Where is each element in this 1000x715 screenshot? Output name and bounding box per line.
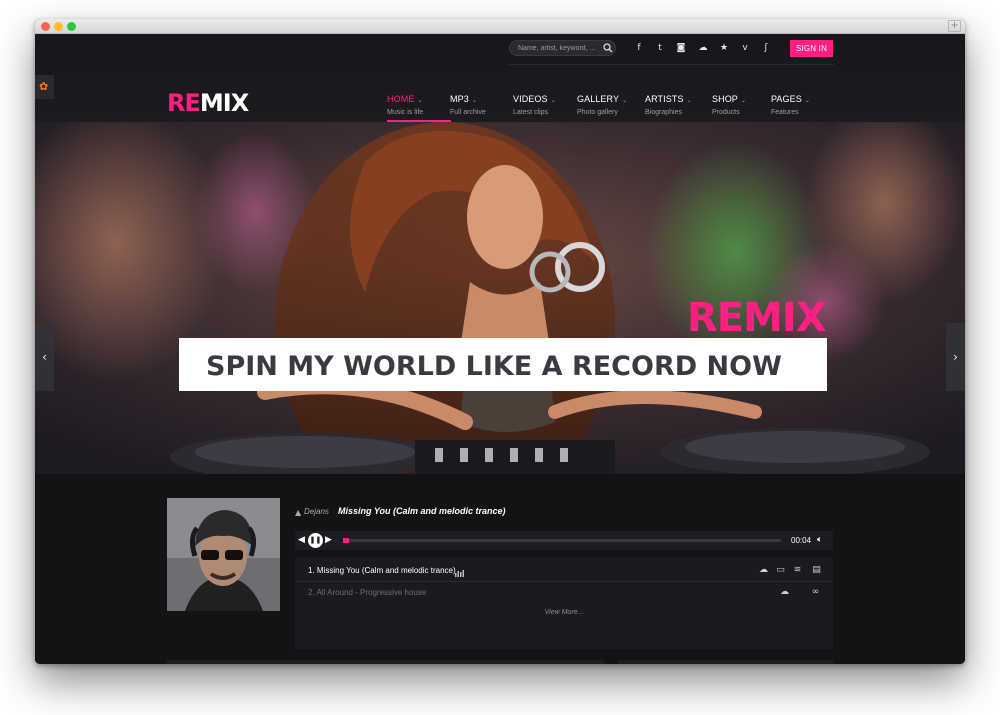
twitter-icon[interactable]: t [654,42,666,54]
instagram-icon[interactable]: ◙ [675,42,687,54]
nav-label: MP3 ⌄ [450,94,477,104]
track-row[interactable]: 1. Missing You (Calm and melodic trance)… [295,561,833,582]
hero-slider: ‹ › REMIX SPIN MY WORLD LIKE A RECORD NO… [35,122,965,474]
progress-bar[interactable] [343,538,781,543]
nav-label: HOME ⌄ [387,94,423,104]
track-row[interactable]: 2. All Around - Progressive house ☁ ∞ [295,583,833,604]
elapsed-time: 00:04 [791,536,812,545]
sign-in-button[interactable]: SIGN IN [790,40,833,57]
close-window-button[interactable] [41,22,50,31]
gear-icon: ✿ [39,80,49,93]
player-controls: ◀ ❚❚ ▶ 00:04 🔈︎ [295,531,833,550]
chevron-down-icon: ⌄ [622,98,628,104]
link-icon[interactable]: ∞ [810,587,821,598]
playlist: 1. Missing You (Calm and melodic trance)… [295,557,833,649]
browser-window: + ✿ f t ◙ ☁ ★ v ʃ SIGN IN REMIX HOME⌄ Mu… [35,19,965,664]
soundcloud-icon[interactable]: ☁ [697,42,709,54]
artist-name[interactable]: Dejans [304,507,329,516]
search-input[interactable] [509,40,616,56]
nav-item-pages[interactable]: PAGES ⌄ Features [771,94,810,116]
minimize-window-button[interactable] [54,22,63,31]
pause-button[interactable]: ❚❚ [308,533,323,548]
search-icon[interactable] [603,43,613,53]
hero-tagline: SPIN MY WORLD LIKE A RECORD NOW [206,351,782,382]
cloud-download-icon[interactable]: ☁ [779,587,790,598]
site-logo[interactable]: REMIX [167,89,249,117]
nav-sublabel: Latest clips [513,109,549,116]
volume-icon[interactable]: 🔈︎ [817,531,822,550]
nav-item-videos[interactable]: VIDEOS ⌄ Latest clips [513,94,556,116]
chevron-down-icon: ⌄ [740,98,747,104]
now-playing-title: Missing You (Calm and melodic trance) [338,506,506,516]
logo-part-re: RE [167,89,201,117]
slider-next-arrow[interactable]: › [946,323,965,391]
nav-item-home[interactable]: HOME ⌄ Music is life [387,94,423,116]
progress-fill [343,538,349,543]
header-divider [509,64,834,65]
artist-avatar [167,498,280,611]
nav-label: SHOP ⌄ [712,94,747,104]
rss-icon[interactable]: ʃ [760,42,772,54]
site-header: ✿ f t ◙ ☁ ★ v ʃ SIGN IN REMIX HOME⌄ Musi… [35,34,965,122]
slider-prev-arrow[interactable]: ‹ [35,323,54,391]
chevron-down-icon: ⌄ [804,98,810,104]
nav-sublabel: Biographies [645,109,682,116]
previous-track-icon[interactable]: ◀ [298,533,305,548]
apple-icon[interactable] [794,587,805,598]
nav-item-shop[interactable]: SHOP ⌄ Products [712,94,746,116]
hero-tagline-banner: SPIN MY WORLD LIKE A RECORD NOW [179,338,827,391]
nav-label: ARTISTS ⌄ [645,94,692,104]
window-titlebar: + [35,19,965,34]
nav-sublabel: Full archive [450,109,486,116]
nav-sublabel: Features [771,109,799,116]
lyrics-file-icon[interactable]: ▤ [811,565,822,576]
chevron-down-icon: ⌄ [550,98,556,104]
nav-label: GALLERY ⌄ [577,94,628,104]
track-title: 2. All Around - Progressive house [308,588,427,597]
credit-card-icon[interactable]: ▭ [775,565,786,576]
chevron-down-icon: ⌄ [471,98,477,104]
nav-sublabel: Photo gallery [577,109,618,116]
equalizer-icon [455,570,464,577]
soundcloud-icon[interactable]: ≋ [792,565,803,576]
chevron-down-icon: ⌄ [417,98,423,104]
maximize-window-button[interactable] [67,22,76,31]
footer-panel-edge [167,660,604,664]
music-player-section: ▲ Dejans Missing You (Calm and melodic t… [35,474,965,664]
nav-item-gallery[interactable]: GALLERY ⌄ Photo gallery [577,94,627,116]
next-track-icon[interactable]: ▶ [325,533,332,548]
user-icon: ▲ [295,508,302,517]
new-tab-button[interactable]: + [948,20,961,32]
track-title: 1. Missing You (Calm and melodic trance) [308,566,456,575]
view-more-link[interactable]: View More... [295,609,833,616]
settings-tab[interactable]: ✿ [35,75,54,99]
nav-item-artists[interactable]: ARTISTS ⌄ Biographies [645,94,692,116]
nav-item-mp3[interactable]: MP3 ⌄ Full archive [450,94,486,116]
vimeo-icon[interactable]: v [739,42,751,54]
cloud-download-icon[interactable]: ☁ [758,565,769,576]
nav-label: VIDEOS ⌄ [513,94,556,104]
hero-brand-text: REMIX [687,295,827,341]
footer-panel-edge [618,660,833,664]
logo-part-mix: MIX [199,89,249,117]
star-icon[interactable]: ★ [718,42,730,54]
facebook-icon[interactable]: f [633,42,645,54]
chevron-down-icon: ⌄ [686,98,692,104]
nav-sublabel: Music is life [387,109,424,116]
nav-label: PAGES ⌄ [771,94,810,104]
nav-sublabel: Products [712,109,740,116]
